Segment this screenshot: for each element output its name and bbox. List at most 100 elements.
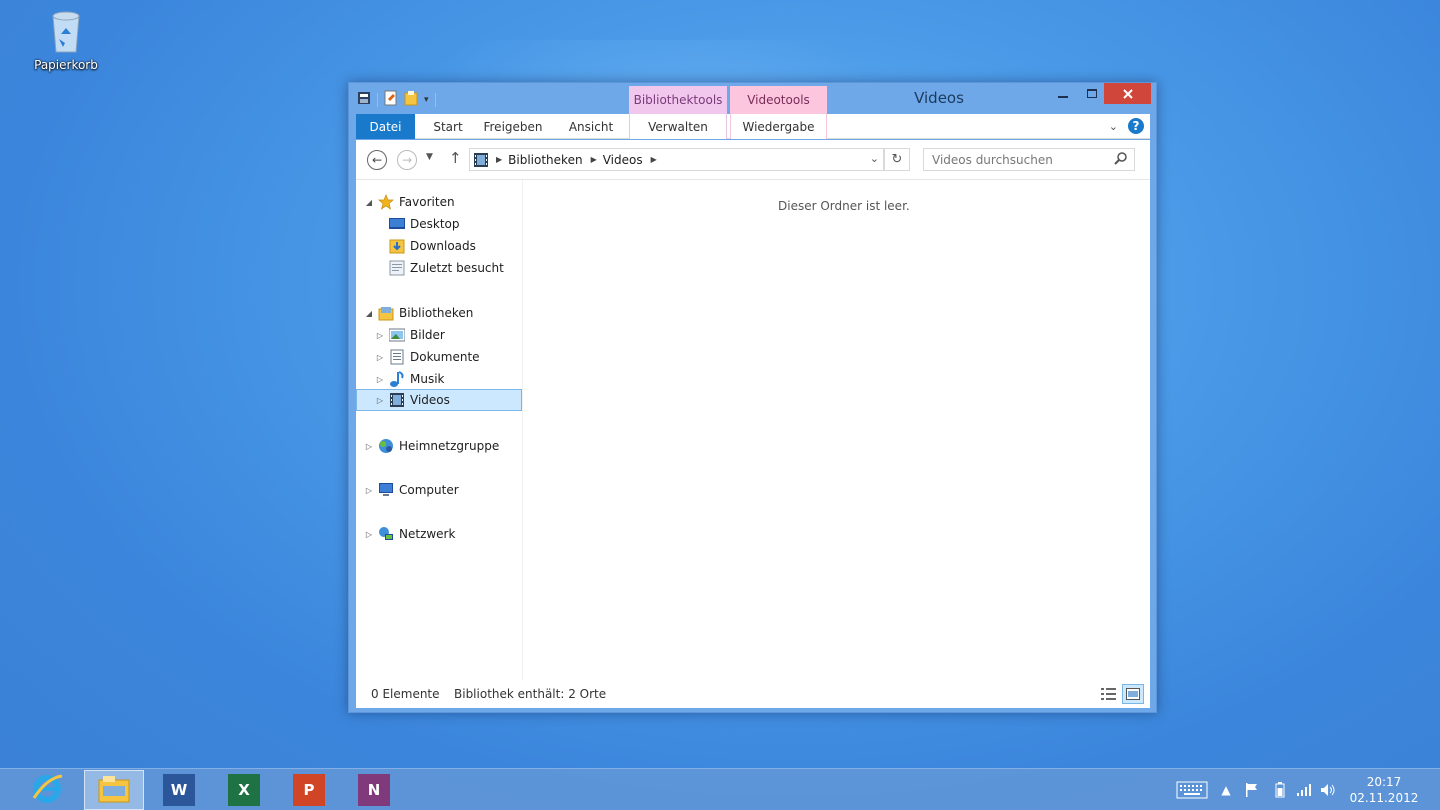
qat-dropdown-icon[interactable]: ▾ [424, 95, 429, 105]
new-folder-icon[interactable] [404, 90, 418, 109]
internet-explorer-icon [30, 772, 64, 809]
details-view-button[interactable] [1098, 684, 1120, 704]
video-tools-context-label: Videotools [730, 86, 827, 114]
navigation-bar: ← → ▼ ↑ ▶ Bibliotheken ▶ Videos ▶ ⌄ ↻ [356, 140, 1150, 180]
taskbar-file-explorer[interactable] [84, 770, 144, 810]
recent-locations-dropdown-icon[interactable]: ▼ [426, 152, 433, 162]
touch-keyboard-button[interactable] [1174, 769, 1210, 810]
search-input[interactable] [932, 152, 1112, 167]
tree-favorites-label: Favoriten [399, 195, 455, 209]
collapsed-arrow-icon[interactable]: ▷ [364, 530, 374, 539]
battery-icon[interactable] [1272, 769, 1288, 810]
taskbar-excel[interactable]: X [214, 770, 274, 810]
tree-computer-label: Computer [399, 483, 459, 497]
help-icon[interactable]: ? [1128, 118, 1144, 134]
expanded-arrow-icon[interactable]: ◢ [364, 198, 374, 207]
tree-videos-label: Videos [410, 393, 450, 407]
tree-downloads[interactable]: Downloads [375, 235, 476, 257]
system-clock[interactable]: 20:17 02.11.2012 [1346, 774, 1422, 806]
breadcrumb-chevron-icon[interactable]: ▶ [591, 155, 597, 164]
tree-libraries[interactable]: ◢ Bibliotheken [364, 302, 473, 324]
up-button-icon[interactable]: ↑ [449, 149, 462, 167]
refresh-icon: ↻ [891, 152, 903, 167]
tree-network[interactable]: ▷ Netzwerk [364, 523, 455, 545]
tab-manage[interactable]: Verwalten [629, 114, 727, 139]
qat-separator [377, 92, 378, 107]
empty-folder-message: Dieser Ordner ist leer. [778, 199, 910, 213]
tree-computer[interactable]: ▷ Computer [364, 479, 459, 501]
taskbar: W X P N ▲ 20:17 02.11.2012 [0, 768, 1440, 810]
tab-start[interactable]: Start [423, 114, 473, 139]
network-signal-icon[interactable] [1294, 769, 1314, 810]
address-dropdown-icon[interactable]: ⌄ [870, 152, 879, 165]
library-tools-context-label: Bibliothektools [629, 86, 727, 114]
taskbar-powerpoint[interactable]: P [279, 770, 339, 810]
tree-pictures-label: Bilder [410, 328, 445, 342]
status-bar: 0 Elemente Bibliothek enthält: 2 Orte [356, 680, 1150, 708]
chevron-up-icon: ▲ [1221, 783, 1231, 797]
explorer-window: ▾ Bibliothektools Videotools Videos Date… [348, 82, 1157, 713]
homegroup-icon [378, 438, 394, 454]
forward-button[interactable]: → [397, 150, 417, 170]
title-bar[interactable]: ▾ Bibliothektools Videotools Videos [349, 83, 1156, 114]
breadcrumb-chevron-icon[interactable]: ▶ [496, 155, 502, 164]
star-icon [378, 194, 394, 210]
recycle-bin-label: Papierkorb [34, 58, 98, 72]
volume-icon[interactable] [1318, 769, 1338, 810]
tree-music[interactable]: ▷ Musik [375, 368, 445, 390]
address-bar[interactable]: ▶ Bibliotheken ▶ Videos ▶ ⌄ [469, 148, 884, 171]
properties-icon[interactable] [357, 91, 371, 108]
tree-recent[interactable]: Zuletzt besucht [375, 257, 504, 279]
powerpoint-icon: P [293, 774, 325, 806]
recycle-bin-icon [47, 6, 85, 54]
word-icon: W [163, 774, 195, 806]
collapsed-arrow-icon[interactable]: ▷ [364, 442, 374, 451]
collapsed-arrow-icon[interactable]: ▷ [375, 375, 385, 384]
tab-playback[interactable]: Wiedergabe [730, 114, 827, 139]
clock-time: 20:17 [1366, 775, 1402, 789]
taskbar-onenote[interactable]: N [344, 770, 404, 810]
refresh-button[interactable]: ↻ [884, 148, 910, 171]
expand-ribbon-icon[interactable]: ⌄ [1109, 120, 1118, 133]
excel-icon: X [228, 774, 260, 806]
large-icons-view-button[interactable] [1122, 684, 1144, 704]
pictures-icon [389, 327, 405, 343]
tab-view[interactable]: Ansicht [563, 114, 619, 139]
tree-documents[interactable]: ▷ Dokumente [375, 346, 480, 368]
tree-homegroup[interactable]: ▷ Heimnetzgruppe [364, 435, 499, 457]
minimize-button[interactable] [1049, 83, 1077, 104]
taskbar-word[interactable]: W [149, 770, 209, 810]
tree-pictures[interactable]: ▷ Bilder [375, 324, 445, 346]
search-box[interactable] [923, 148, 1135, 171]
maximize-button[interactable] [1078, 83, 1106, 104]
collapsed-arrow-icon[interactable]: ▷ [364, 486, 374, 495]
tab-share[interactable]: Freigeben [480, 114, 546, 139]
collapsed-arrow-icon[interactable]: ▷ [375, 396, 385, 405]
close-button[interactable] [1104, 83, 1151, 104]
window-title: Videos [914, 89, 964, 107]
tab-file[interactable]: Datei [356, 114, 415, 139]
collapsed-arrow-icon[interactable]: ▷ [375, 353, 385, 362]
ribbon-tab-bar: Datei Start Freigeben Ansicht Verwalten … [356, 114, 1150, 139]
new-document-icon[interactable] [384, 90, 398, 109]
breadcrumb-libraries[interactable]: Bibliotheken [508, 153, 582, 167]
quick-access-toolbar: ▾ [357, 90, 436, 109]
search-icon[interactable] [1114, 152, 1127, 168]
tree-videos[interactable]: ▷ Videos [356, 389, 522, 411]
close-icon [1122, 88, 1133, 99]
tree-desktop[interactable]: Desktop [375, 213, 460, 235]
breadcrumb-videos[interactable]: Videos [603, 153, 643, 167]
taskbar-internet-explorer[interactable] [17, 770, 77, 810]
collapsed-arrow-icon[interactable]: ▷ [375, 331, 385, 340]
expanded-arrow-icon[interactable]: ◢ [364, 309, 374, 318]
computer-icon [378, 482, 394, 498]
breadcrumb-chevron-icon[interactable]: ▶ [651, 155, 657, 164]
tree-favorites[interactable]: ◢ Favoriten [364, 191, 455, 213]
qat-separator-2 [434, 92, 436, 107]
back-button[interactable]: ← [367, 150, 387, 170]
show-hidden-icons-button[interactable]: ▲ [1218, 769, 1234, 810]
recent-places-icon [389, 260, 405, 276]
action-center-flag-icon[interactable] [1242, 769, 1262, 810]
minimize-icon [1058, 95, 1068, 98]
recycle-bin-shortcut[interactable]: Papierkorb [28, 6, 104, 72]
